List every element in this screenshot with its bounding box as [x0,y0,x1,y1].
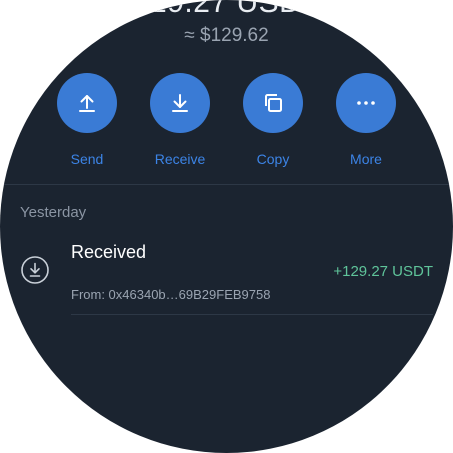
more-action[interactable]: More [326,73,406,167]
copy-button[interactable] [243,73,303,133]
send-label: Send [70,151,104,167]
token-balance: 129.27 USDT [132,0,321,19]
receive-action[interactable]: Receive [140,73,220,167]
fiat-balance: ≈ $129.62 [184,25,269,46]
more-label: More [350,151,382,167]
send-action[interactable]: Send [47,73,127,167]
transaction-title: Received [71,242,147,262]
copy-action[interactable]: Copy [233,73,313,167]
download-icon [172,94,188,112]
send-button[interactable] [57,73,117,133]
history-date-header: Yesterday [20,204,87,221]
transaction-amount: +129.27 USDT [333,263,433,280]
transaction-sender: From: 0x46340b…69B29FEB9758 [71,287,271,302]
more-button[interactable] [336,73,396,133]
upload-icon [79,95,95,112]
receive-label: Receive [154,151,206,167]
receive-button[interactable] [150,73,210,133]
wallet-screen: 129.27 USDT ≈ $129.62 Send Receive Copy … [0,0,453,453]
transaction-divider [71,314,433,315]
receive-circle-icon [21,256,49,284]
copy-icon [265,94,282,112]
copy-label: Copy [256,151,290,167]
section-divider [0,184,453,185]
more-dots-icon [357,101,375,105]
